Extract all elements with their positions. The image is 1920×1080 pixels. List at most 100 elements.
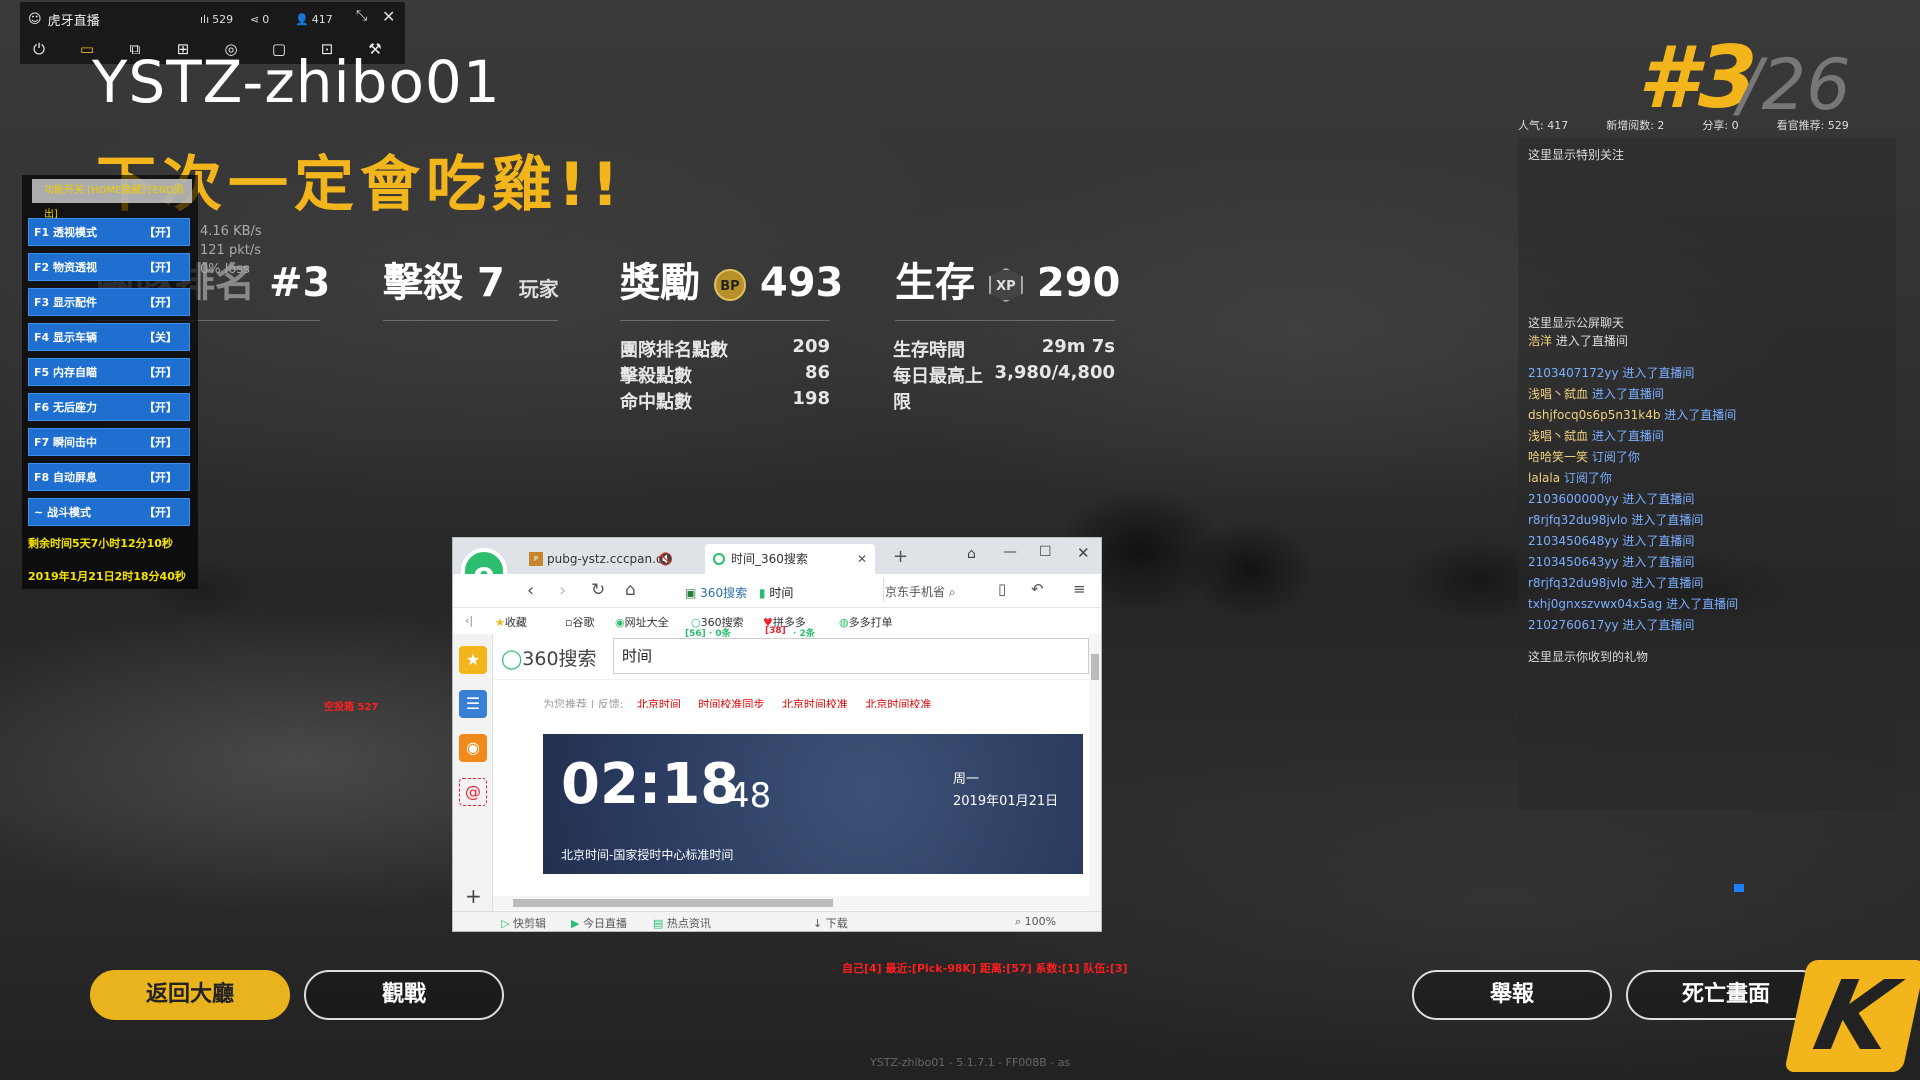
weibo-icon[interactable]: ◉ [459,734,487,762]
minimize-icon[interactable]: — [1003,544,1017,560]
chat-text: 进入了直播间 [1631,576,1704,590]
spectate-button[interactable]: 觀戰 [304,970,504,1020]
cheat-item[interactable]: F8 自动屏息 【开】 [28,463,190,491]
browser-sidebar: ★ ☰ ◉ @ + [453,634,493,912]
cheat-item[interactable]: F6 无后座力 【开】 [28,393,190,421]
side-search[interactable]: 京东手机省 ⌕ [885,583,956,600]
shield-icon: ▣ [685,586,697,600]
chat-user[interactable]: r8rjfq32du98jvlo [1528,513,1628,527]
chat-user[interactable]: txhj0gnxszvwx04x5ag [1528,597,1662,611]
reward-details: 團隊排名點數 209 擊殺點數 86 命中點數 198 [620,336,830,414]
tab-pubg[interactable]: P pubg-ystz.cccpan.c 🔇 [521,544,681,574]
chat-user[interactable]: 2103450643yy [1528,555,1619,569]
cheat-item[interactable]: F1 透视模式 【开】 [28,218,190,246]
viewer-value: 417 [311,13,333,26]
related-link[interactable]: 北京时间校准 [865,698,931,708]
close-icon[interactable]: ✕ [382,7,395,26]
report-button[interactable]: 舉報 [1412,970,1612,1020]
home-icon[interactable]: ⌂ [625,580,636,600]
tab-close-icon[interactable]: ✕ [857,544,867,574]
esp-airdrop-label: 空投箱 527 [324,702,379,713]
chat-user[interactable]: 哈哈笑一笑 [1528,450,1588,464]
time-card: 02:18 48 周一 2019年01月21日 北京时间-国家授时中心标准时间 [543,734,1083,874]
search-input[interactable]: 时间 [613,638,1089,674]
cheat-item[interactable]: F2 物资透视 【开】 [28,253,190,281]
related-prefix: 为您推荐 | 反馈: [543,698,624,708]
address-bar[interactable]: ▣ 360搜索 ▮ 时间 [685,584,793,601]
status-label: 快剪辑 [512,917,546,930]
fav-item[interactable]: ◉网址大全 [615,614,669,630]
forward-icon[interactable]: › [559,580,566,601]
chat-user[interactable]: dshjfocq0s6p5n31k4b [1528,408,1660,422]
fav-item[interactable]: ★收藏 [495,614,527,630]
cheat-item[interactable]: F5 内存自瞄 【开】 [28,358,190,386]
kill-value: 7 [476,260,505,306]
back-icon[interactable]: ‹ [527,580,534,601]
undo-icon[interactable]: ↶ [1031,580,1044,598]
maximize-icon[interactable]: ☐ [1039,544,1052,560]
remaining-time: 剩余时间5天7小时12分10秒 [28,537,173,550]
cheat-item-state: 【开】 [144,401,177,414]
shrink-icon[interactable]: ⤡ [356,8,367,24]
live-icon: ▶ [571,917,580,930]
mute-icon[interactable]: 🔇 [658,544,673,574]
cheat-item[interactable]: F4 显示车辆 【关】 [28,323,190,351]
chat-user[interactable]: 2103450648yy [1528,534,1619,548]
window-close-icon[interactable]: ✕ [1077,544,1090,562]
chat-user[interactable]: 2103407172yy [1528,366,1619,380]
cheat-item[interactable]: ~ 战斗模式 【开】 [28,498,190,526]
popularity-stat: 人气: 417 [1518,119,1569,132]
game-scene: ☺ 虎牙直播 ılı 529 ⋖ 0 👤 417 ⤡ ✕ ⏻ ▭ ⧉ ⊞ ◎ ▢ ⊡ … [0,0,1920,1080]
related-link[interactable]: 时间校准同步 [698,698,764,708]
horizontal-scrollbar[interactable] [493,896,1089,910]
divider [383,320,558,321]
fav-item[interactable]: ▫谷歌 [565,614,594,630]
chat-user[interactable]: 2103600000yy [1528,492,1619,506]
power-icon[interactable]: ⏻ [28,38,50,60]
status-item[interactable]: ▶ 今日直播 [571,915,627,931]
chat-user[interactable]: r8rjfq32du98jvlo [1528,576,1628,590]
chat-user[interactable]: lalala [1528,471,1560,485]
related-link[interactable]: 北京时间校准 [782,698,848,708]
tab-time[interactable]: 时间_360搜索 ✕ [705,544,875,574]
news-icon[interactable]: ☰ [459,690,487,718]
skin-icon[interactable]: ⌂ [967,546,976,562]
chat-user[interactable]: 浅唱丶弑血 [1528,429,1588,443]
cheat-item[interactable]: F3 显示配件 【开】 [28,288,190,316]
chat-user[interactable]: 2102760617yy [1528,618,1619,632]
add-icon[interactable]: + [465,884,482,908]
refresh-icon[interactable]: ↻ [591,580,605,600]
heat-stat: ılı 529 [200,13,233,26]
time-caption: 北京时间-国家授时中心标准时间 [561,848,734,862]
detail-row: 生存時間 29m 7s [893,336,1115,362]
cheat-item-label: ~ 战斗模式 [34,506,92,519]
status-item[interactable]: ↓ 下载 [813,915,848,931]
chat-message: r8rjfq32du98jvlo 进入了直播间 [1528,511,1738,532]
chat-text: 进入了直播间 [1591,387,1664,401]
fav-label: 谷歌 [572,616,595,629]
cheat-item[interactable]: F7 瞬间击中 【开】 [28,428,190,456]
chat-message: 2103600000yy 进入了直播间 [1528,490,1738,511]
collapse-icon[interactable]: ‹| [465,614,473,627]
chat-user[interactable]: 浩洋 [1528,334,1552,348]
email-icon[interactable]: @ [459,778,487,806]
menu-icon[interactable]: ≡ [1073,580,1086,598]
chat-message: 2103450648yy 进入了直播间 [1528,532,1738,553]
fav-item[interactable]: ◍多多打单 [839,614,893,630]
heat-value: 529 [212,13,234,26]
zoom-control[interactable]: ⌕ 100% [1015,915,1056,929]
return-lobby-button[interactable]: 返回大廳 [90,970,290,1020]
detail-value: 29m 7s [1041,336,1115,357]
new-tab-icon[interactable]: + [893,546,908,567]
status-item[interactable]: ▷ 快剪辑 [501,915,546,931]
scrollbar-thumb[interactable] [1091,654,1099,680]
scrollbar-thumb[interactable] [513,899,833,907]
chat-user[interactable]: 浅唱丶弑血 [1528,387,1588,401]
phone-icon[interactable]: ▯ [998,580,1006,598]
status-item[interactable]: ▤ 热点资讯 [653,915,711,931]
vertical-scrollbar[interactable] [1089,634,1101,911]
favorite-star-icon[interactable]: ★ [459,646,487,674]
cheat-item-state: 【开】 [144,366,177,379]
search-logo[interactable]: ◯360搜索 [501,644,597,671]
related-link[interactable]: 北京时间 [637,698,681,708]
